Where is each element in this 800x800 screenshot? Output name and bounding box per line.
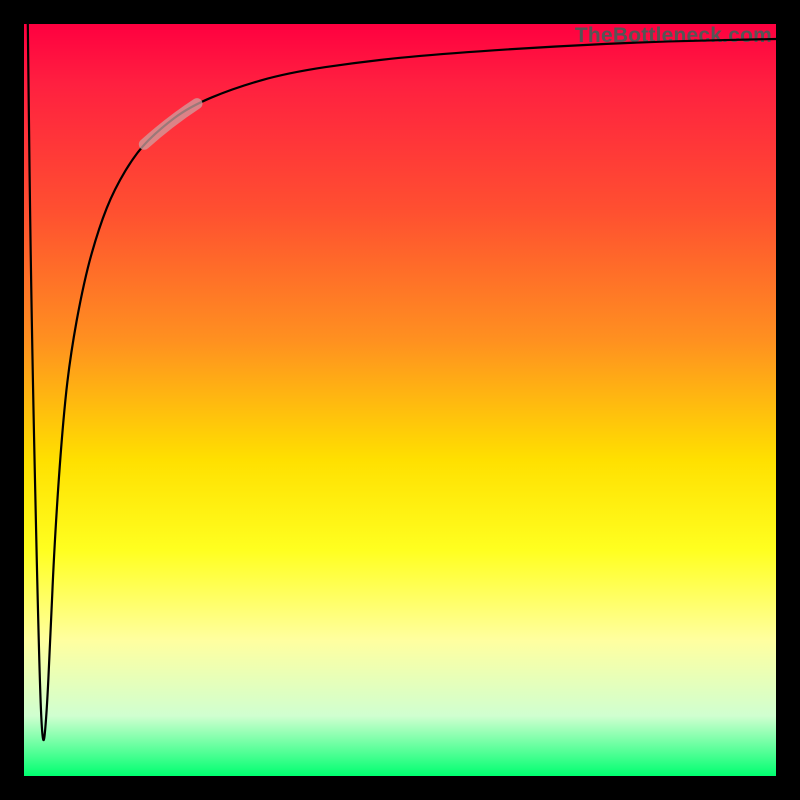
highlight-segment bbox=[144, 104, 197, 145]
plot-area: TheBottleneck.com bbox=[24, 24, 776, 776]
curve-svg bbox=[24, 24, 776, 776]
chart-container: TheBottleneck.com bbox=[0, 0, 800, 800]
bottleneck-curve bbox=[28, 24, 776, 740]
